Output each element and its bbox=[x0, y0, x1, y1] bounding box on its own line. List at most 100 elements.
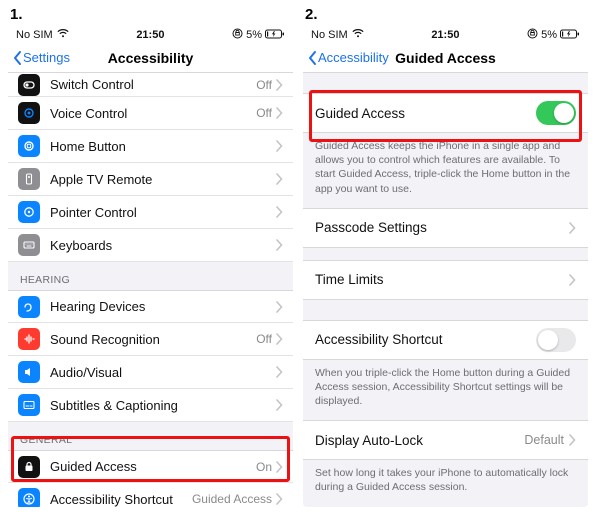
row-label: Pointer Control bbox=[50, 205, 276, 220]
footer-guided-access: Guided Access keeps the iPhone in a sing… bbox=[303, 133, 588, 208]
carrier-text: No SIM bbox=[311, 29, 348, 41]
phone-left: No SIM 21:50 5% Settings Accessibili bbox=[8, 25, 293, 507]
chevron-right-icon bbox=[276, 333, 283, 345]
row-pointer-control[interactable]: Pointer Control bbox=[8, 196, 293, 229]
back-label: Settings bbox=[23, 50, 70, 65]
row-audio-visual[interactable]: Audio/Visual bbox=[8, 356, 293, 389]
wifi-icon bbox=[57, 29, 69, 41]
row-passcode-settings[interactable]: Passcode Settings bbox=[303, 208, 588, 248]
row-label: Hearing Devices bbox=[50, 299, 276, 314]
status-bar: No SIM 21:50 5% bbox=[8, 25, 293, 43]
row-label: Subtitles & Captioning bbox=[50, 398, 276, 413]
row-detail: Off bbox=[256, 332, 272, 346]
row-apple-tv-remote[interactable]: Apple TV Remote bbox=[8, 163, 293, 196]
row-hearing-devices[interactable]: Hearing Devices bbox=[8, 290, 293, 323]
home-button-icon bbox=[18, 135, 40, 157]
hearing-devices-icon bbox=[18, 296, 40, 318]
row-label: Switch Control bbox=[50, 77, 256, 92]
chevron-left-icon bbox=[307, 50, 317, 66]
footer-accessibility-shortcut: When you triple-click the Home button du… bbox=[303, 360, 588, 421]
chevron-right-icon bbox=[569, 274, 576, 286]
wifi-icon bbox=[352, 29, 364, 41]
screenshot-1: 1. No SIM 21:50 5% Se bbox=[8, 6, 293, 507]
row-label: Passcode Settings bbox=[315, 220, 569, 235]
row-time-limits[interactable]: Time Limits bbox=[303, 260, 588, 300]
orientation-lock-icon bbox=[232, 28, 243, 42]
nav-bar: Settings Accessibility bbox=[8, 43, 293, 73]
row-sound-recognition[interactable]: Sound Recognition Off bbox=[8, 323, 293, 356]
chevron-right-icon bbox=[569, 222, 576, 234]
row-label: Home Button bbox=[50, 139, 276, 154]
row-detail: Default bbox=[524, 433, 564, 447]
battery-icon bbox=[560, 29, 580, 42]
chevron-right-icon bbox=[276, 107, 283, 119]
chevron-right-icon bbox=[276, 206, 283, 218]
row-detail: Off bbox=[256, 106, 272, 120]
toggle-guided-access[interactable] bbox=[536, 101, 576, 125]
chevron-right-icon bbox=[276, 493, 283, 505]
switch-control-icon bbox=[18, 74, 40, 96]
footer-display-auto-lock: Set how long it takes your iPhone to aut… bbox=[303, 460, 588, 506]
shot-number-1: 1. bbox=[10, 6, 293, 23]
accessibility-shortcut-icon bbox=[18, 488, 40, 507]
back-button[interactable]: Settings bbox=[8, 50, 70, 66]
chevron-right-icon bbox=[276, 399, 283, 411]
row-home-button[interactable]: Home Button bbox=[8, 130, 293, 163]
row-label: Voice Control bbox=[50, 106, 256, 121]
chevron-right-icon bbox=[276, 173, 283, 185]
row-label: Accessibility Shortcut bbox=[315, 332, 536, 347]
voice-control-icon bbox=[18, 102, 40, 124]
chevron-right-icon bbox=[276, 366, 283, 378]
keyboards-icon bbox=[18, 234, 40, 256]
row-label: Guided Access bbox=[315, 106, 536, 121]
chevron-right-icon bbox=[569, 434, 576, 446]
chevron-right-icon bbox=[276, 301, 283, 313]
carrier-text: No SIM bbox=[16, 29, 53, 41]
row-detail: Off bbox=[256, 78, 272, 92]
sound-recognition-icon bbox=[18, 328, 40, 350]
row-detail: On bbox=[256, 460, 272, 474]
row-label: Keyboards bbox=[50, 238, 276, 253]
section-header-general: GENERAL bbox=[8, 422, 293, 450]
back-button[interactable]: Accessibility bbox=[303, 50, 389, 66]
battery-text: 5% bbox=[246, 29, 262, 41]
nav-bar: Accessibility Guided Access bbox=[303, 43, 588, 73]
screenshot-2: 2. No SIM 21:50 5% Ac bbox=[303, 6, 588, 507]
row-keyboards[interactable]: Keyboards bbox=[8, 229, 293, 262]
pointer-control-icon bbox=[18, 201, 40, 223]
row-display-auto-lock[interactable]: Display Auto-Lock Default bbox=[303, 420, 588, 460]
phone-right: No SIM 21:50 5% Accessibility Guided bbox=[303, 25, 588, 507]
toggle-accessibility-shortcut[interactable] bbox=[536, 328, 576, 352]
audio-visual-icon bbox=[18, 361, 40, 383]
row-subtitles[interactable]: Subtitles & Captioning bbox=[8, 389, 293, 422]
row-switch-control[interactable]: Switch Control Off bbox=[8, 73, 293, 97]
row-accessibility-shortcut[interactable]: Accessibility Shortcut bbox=[303, 320, 588, 360]
row-label: Display Auto-Lock bbox=[315, 433, 524, 448]
chevron-right-icon bbox=[276, 461, 283, 473]
chevron-right-icon bbox=[276, 79, 283, 91]
row-detail: Guided Access bbox=[192, 492, 272, 506]
subtitles-icon bbox=[18, 394, 40, 416]
row-label: Sound Recognition bbox=[50, 332, 256, 347]
guided-access-icon bbox=[18, 456, 40, 478]
section-header-hearing: HEARING bbox=[8, 262, 293, 290]
chevron-left-icon bbox=[12, 50, 22, 66]
apple-tv-remote-icon bbox=[18, 168, 40, 190]
battery-icon bbox=[265, 29, 285, 42]
row-label: Audio/Visual bbox=[50, 365, 276, 380]
row-label: Accessibility Shortcut bbox=[50, 492, 192, 507]
status-bar: No SIM 21:50 5% bbox=[303, 25, 588, 43]
row-label: Apple TV Remote bbox=[50, 172, 276, 187]
row-guided-access-toggle[interactable]: Guided Access bbox=[303, 93, 588, 133]
row-label: Time Limits bbox=[315, 272, 569, 287]
chevron-right-icon bbox=[276, 140, 283, 152]
status-time: 21:50 bbox=[431, 29, 459, 41]
row-accessibility-shortcut[interactable]: Accessibility Shortcut Guided Access bbox=[8, 483, 293, 507]
status-time: 21:50 bbox=[136, 29, 164, 41]
chevron-right-icon bbox=[276, 239, 283, 251]
row-guided-access[interactable]: Guided Access On bbox=[8, 450, 293, 483]
back-label: Accessibility bbox=[318, 50, 389, 65]
orientation-lock-icon bbox=[527, 28, 538, 42]
row-voice-control[interactable]: Voice Control Off bbox=[8, 97, 293, 130]
battery-text: 5% bbox=[541, 29, 557, 41]
